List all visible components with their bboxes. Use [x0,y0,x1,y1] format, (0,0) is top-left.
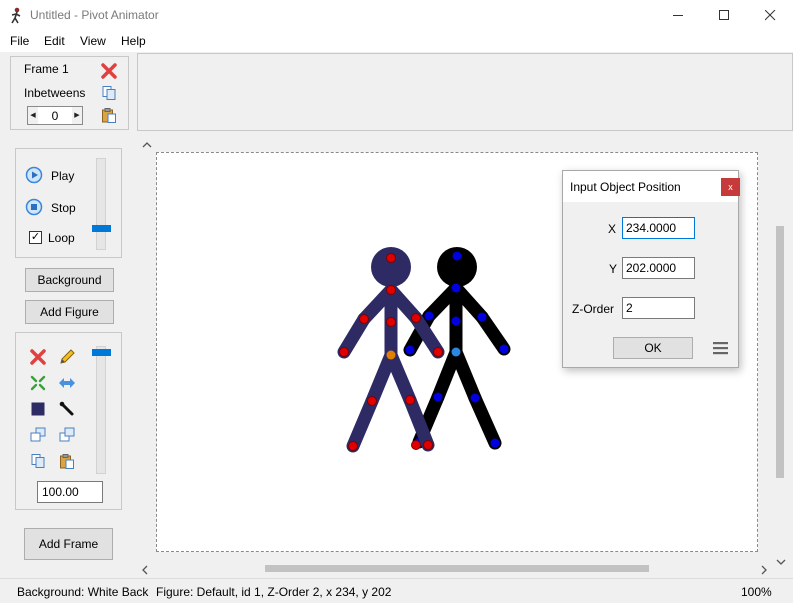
stop-label[interactable]: Stop [51,201,76,215]
copy-figure-icon[interactable] [29,452,47,470]
close-button[interactable] [747,0,793,31]
window-title: Untitled - Pivot Animator [30,8,159,22]
status-figure: Figure: Default, id 1, Z-Order 2, x 234,… [156,585,392,599]
add-figure-button[interactable]: Add Figure [25,300,114,324]
status-background: Background: White Back [17,585,149,599]
stop-icon[interactable] [25,198,43,216]
dialog-close-button[interactable]: x [721,178,740,196]
status-zoom: 100% [741,585,772,599]
status-bar: Background: White Back Figure: Default, … [0,578,793,603]
stepper-decrement[interactable]: ◀ [28,107,38,124]
send-back-icon[interactable] [29,426,47,444]
play-icon[interactable] [25,166,43,184]
menu-file[interactable]: File [10,34,29,48]
delete-frame-icon[interactable] [100,62,118,80]
scale-input[interactable]: 100.00 [37,481,103,503]
scale-slider-track[interactable] [96,346,106,474]
minimize-icon [672,15,683,16]
frame-label: Frame 1 [24,62,69,76]
dialog-title-bar: Input Object Position x [563,171,740,202]
add-frame-button[interactable]: Add Frame [24,528,113,560]
background-button[interactable]: Background [25,268,114,292]
flip-figure-icon[interactable] [58,374,76,392]
speed-slider-thumb[interactable] [92,225,111,232]
center-figure-icon[interactable] [29,374,47,392]
dialog-title: Input Object Position [570,180,681,194]
menu-edit[interactable]: Edit [44,34,65,48]
paste-frame-icon[interactable] [100,106,118,124]
input-position-dialog: Input Object Position x X 234.0000 Y 202… [562,170,740,368]
vertical-scroll-thumb[interactable] [776,226,784,478]
app-icon [9,7,23,24]
play-label[interactable]: Play [51,169,74,183]
menu-bar: File Edit View Help [0,31,793,52]
loop-label[interactable]: Loop [48,231,75,245]
z-order-input[interactable]: 2 [622,297,695,319]
paste-figure-icon[interactable] [58,452,76,470]
y-input[interactable]: 202.0000 [622,257,695,279]
z-order-label: Z-Order [572,302,614,316]
ok-button[interactable]: OK [613,337,693,359]
edit-figure-icon[interactable] [58,348,76,366]
speed-slider-track[interactable] [96,158,106,250]
maximize-button[interactable] [701,0,747,31]
bring-front-icon[interactable] [58,426,76,444]
inbetweens-label: Inbetweens [24,86,86,100]
scroll-up-icon[interactable] [142,138,152,152]
timeline-strip[interactable] [137,53,793,131]
copy-frame-icon[interactable] [100,84,118,102]
horizontal-scroll-thumb[interactable] [265,565,649,572]
stepper-increment[interactable]: ▶ [72,107,82,124]
menu-help[interactable]: Help [121,34,146,48]
x-label: X [608,222,617,236]
loop-checkbox[interactable]: ✓ [29,231,42,244]
maximize-icon [718,10,729,20]
menu-icon[interactable] [713,341,729,358]
x-input[interactable]: 234.0000 [622,217,695,239]
scroll-down-icon[interactable] [776,555,786,569]
delete-figure-icon[interactable] [29,348,47,366]
inbetweens-value: 0 [51,109,59,123]
minimize-button[interactable] [655,0,701,31]
y-label: Y [609,262,618,276]
inbetweens-stepper[interactable]: ◀ 0 ▶ [27,106,83,125]
scroll-right-icon[interactable] [760,564,768,578]
segment-tool-icon[interactable] [58,400,76,418]
menu-view[interactable]: View [80,34,106,48]
color-icon[interactable] [29,400,47,418]
title-bar: Untitled - Pivot Animator [0,0,793,31]
close-icon [764,10,775,21]
scale-slider-thumb[interactable] [92,349,111,356]
scroll-left-icon[interactable] [141,564,149,578]
